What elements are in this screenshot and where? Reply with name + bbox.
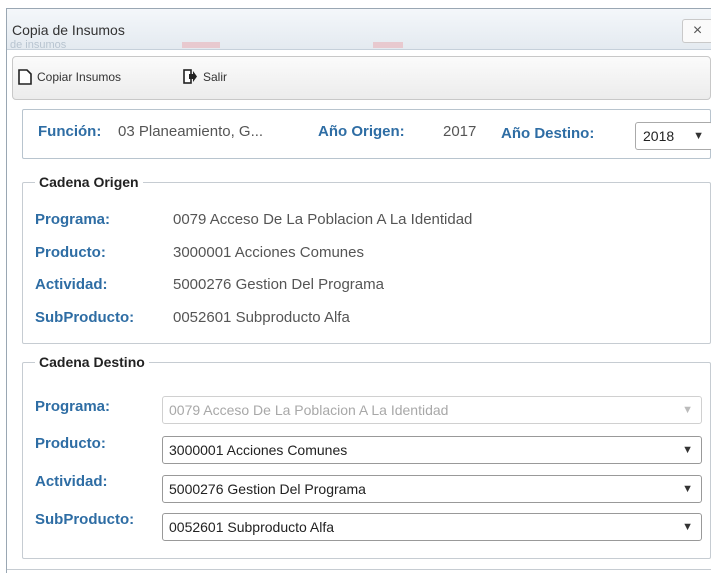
caret-down-icon: ▼ (682, 521, 693, 533)
destino-programa-label: Programa: (35, 398, 111, 415)
destino-producto-value: 3000001 Acciones Comunes (169, 442, 348, 458)
destino-programa-select[interactable]: 0079 Acceso De La Poblacion A La Identid… (162, 396, 702, 424)
caret-down-icon: ▼ (693, 130, 704, 142)
destino-subproducto-value: 0052601 Subproducto Alfa (169, 519, 335, 535)
dialog-title: Copia de Insumos (12, 22, 125, 38)
cadena-origen-legend: Cadena Origen (39, 174, 139, 190)
anio-destino-select[interactable]: 2018 ▼ (635, 122, 711, 150)
close-icon: × (692, 22, 703, 39)
destino-producto-label: Producto: (35, 435, 106, 452)
exit-button[interactable]: Salir (183, 69, 227, 84)
caret-down-icon: ▼ (682, 483, 693, 495)
toolbar: Copiar Insumos Salir (12, 56, 711, 100)
anio-destino-value: 2018 (643, 128, 675, 144)
anio-destino-label: Año Destino: (501, 125, 595, 142)
origen-producto-value: 3000001 Acciones Comunes (173, 244, 364, 261)
document-icon (18, 69, 32, 85)
origen-subproducto-value: 0052601 Subproducto Alfa (173, 309, 350, 326)
copy-insumos-button[interactable]: Copiar Insumos (18, 69, 121, 85)
origen-subproducto-label: SubProducto: (35, 309, 135, 326)
funcion-value: 03 Planeamiento, G... (118, 123, 264, 140)
exit-label: Salir (203, 69, 228, 84)
close-button[interactable]: × (682, 19, 711, 43)
destino-producto-select[interactable]: 3000001 Acciones Comunes ▼ (162, 436, 702, 464)
copy-insumos-label: Copiar Insumos (37, 70, 122, 84)
destino-programa-value: 0079 Acceso De La Poblacion A La Identid… (169, 402, 449, 418)
destino-actividad-select[interactable]: 5000276 Gestion Del Programa ▼ (162, 475, 702, 503)
cadena-destino-legend: Cadena Destino (39, 354, 145, 370)
copia-insumos-dialog: de insumos Copia de Insumos × Copiar Ins… (6, 8, 711, 573)
funcion-label: Función: (38, 123, 102, 140)
origen-programa-label: Programa: (35, 211, 111, 228)
destino-subproducto-select[interactable]: 0052601 Subproducto Alfa ▼ (162, 513, 702, 541)
dialog-bottom-border (7, 569, 711, 570)
origen-actividad-label: Actividad: (35, 276, 108, 293)
title-bar[interactable]: de insumos Copia de Insumos × (7, 9, 711, 51)
caret-down-icon: ▼ (682, 444, 693, 456)
origen-programa-value: 0079 Acceso De La Poblacion A La Identid… (173, 211, 473, 228)
anio-origen-label: Año Origen: (318, 123, 405, 140)
origen-producto-label: Producto: (35, 244, 106, 261)
exit-icon (183, 69, 197, 84)
background-ghost-bar (373, 42, 403, 48)
anio-origen-value: 2017 (443, 123, 477, 140)
origen-actividad-value: 5000276 Gestion Del Programa (173, 276, 384, 293)
header-info-panel: Función: 03 Planeamiento, G... Año Orige… (22, 109, 711, 159)
background-ghost-text: de insumos (10, 39, 67, 51)
caret-down-icon: ▼ (682, 404, 693, 416)
background-ghost-bar (182, 42, 220, 48)
destino-actividad-value: 5000276 Gestion Del Programa (169, 481, 366, 497)
destino-actividad-label: Actividad: (35, 473, 108, 490)
destino-subproducto-label: SubProducto: (35, 511, 135, 528)
